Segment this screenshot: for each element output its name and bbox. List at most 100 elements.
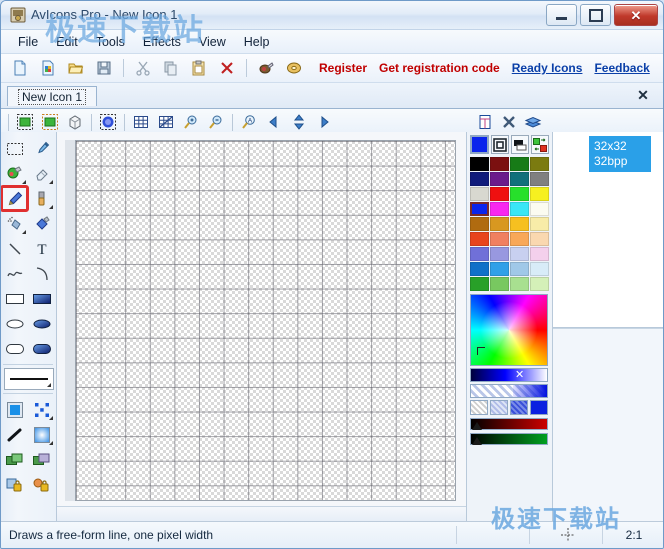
palette-color-6-1[interactable] <box>490 247 509 261</box>
new-image-format-button[interactable] <box>473 110 497 134</box>
menu-view[interactable]: View <box>190 32 235 52</box>
solid-fill-style[interactable] <box>1 397 28 422</box>
delete-image-button[interactable] <box>497 110 521 134</box>
red-slider-knob[interactable] <box>472 422 482 430</box>
pixel-grid-button[interactable] <box>154 110 178 134</box>
save-button[interactable] <box>91 55 117 81</box>
palette-color-8-3[interactable] <box>530 277 549 291</box>
brush-tool[interactable] <box>28 186 55 211</box>
arc-tool[interactable] <box>28 261 55 286</box>
palette-color-6-0[interactable] <box>470 247 489 261</box>
airbrush-tool-submenu-arrow[interactable] <box>18 230 26 234</box>
delete-button[interactable] <box>214 55 240 81</box>
opacity-button[interactable] <box>511 135 530 154</box>
palette-color-4-0[interactable] <box>470 217 489 231</box>
palette-color-1-1[interactable] <box>490 172 509 186</box>
curve-tool[interactable] <box>1 261 28 286</box>
gradient-fill-submenu-arrow[interactable] <box>45 441 53 445</box>
eraser-tool-submenu-arrow[interactable] <box>45 180 53 184</box>
palette-color-0-1[interactable] <box>490 157 509 171</box>
palette-color-5-0[interactable] <box>470 232 489 246</box>
palette-color-4-1[interactable] <box>490 217 509 231</box>
antialias-button[interactable]: A <box>237 110 261 134</box>
new-image-button[interactable] <box>35 55 61 81</box>
icon-canvas[interactable] <box>75 140 456 501</box>
menu-edit[interactable]: Edit <box>47 32 87 52</box>
green-slider-knob[interactable] <box>472 437 482 445</box>
brush-tool-submenu-arrow[interactable] <box>45 205 53 209</box>
nav-right-button[interactable] <box>312 110 336 134</box>
palette-color-7-0[interactable] <box>470 262 489 276</box>
close-tab-button[interactable]: ✕ <box>635 87 651 103</box>
close-button[interactable]: ✕ <box>614 4 658 26</box>
pattern-swatch-hatch-white[interactable] <box>470 400 488 415</box>
palette-color-2-2[interactable] <box>510 187 529 201</box>
eraser-tool[interactable] <box>28 161 55 186</box>
image-select-orange-button[interactable] <box>38 110 62 134</box>
palette-color-8-1[interactable] <box>490 277 509 291</box>
brightness-gradient-strip[interactable]: ✕ <box>470 368 548 382</box>
palette-color-0-2[interactable] <box>510 157 529 171</box>
pattern-swatch-hatch-light-blue[interactable] <box>490 400 508 415</box>
help-book-button[interactable] <box>281 55 307 81</box>
airbrush-tool[interactable] <box>1 211 28 236</box>
green-channel-slider[interactable] <box>470 433 548 445</box>
color-picker-tool[interactable] <box>28 136 55 161</box>
text-tool[interactable]: T <box>28 236 55 261</box>
rectangle-outline-tool[interactable] <box>1 286 28 311</box>
menu-effects[interactable]: Effects <box>134 32 190 52</box>
rounded-rect-filled-tool[interactable] <box>28 336 55 361</box>
zoom-in-button[interactable] <box>179 110 203 134</box>
palette-color-5-2[interactable] <box>510 232 529 246</box>
palette-color-6-3[interactable] <box>530 247 549 261</box>
move-layer-tool[interactable] <box>1 447 28 472</box>
grid-button[interactable] <box>129 110 153 134</box>
rect-select-tool[interactable] <box>1 136 28 161</box>
new-icon-button[interactable] <box>7 55 33 81</box>
palette-color-3-0[interactable] <box>470 202 489 216</box>
rectangle-filled-tool[interactable] <box>28 286 55 311</box>
copy-layer-tool[interactable] <box>28 447 55 472</box>
layers-button[interactable] <box>521 110 545 134</box>
palette-color-7-3[interactable] <box>530 262 549 276</box>
palette-color-5-1[interactable] <box>490 232 509 246</box>
palette-color-6-2[interactable] <box>510 247 529 261</box>
tab-new-icon-1[interactable]: New Icon 1 <box>7 86 98 106</box>
image-select-green-button[interactable] <box>13 110 37 134</box>
list-item[interactable]: 32x32 32bpp <box>589 136 651 172</box>
menu-file[interactable]: File <box>9 32 47 52</box>
line-width-submenu-arrow[interactable] <box>43 383 51 387</box>
blur-select-button[interactable] <box>96 110 120 134</box>
palette-color-5-3[interactable] <box>530 232 549 246</box>
ellipse-outline-tool[interactable] <box>1 311 28 336</box>
copy-button[interactable] <box>158 55 184 81</box>
pattern-swatch-solid-blue[interactable] <box>530 400 548 415</box>
feedback-link[interactable]: Feedback <box>594 61 649 75</box>
flood-fill-tool[interactable] <box>28 211 55 236</box>
palette-color-8-0[interactable] <box>470 277 489 291</box>
ready-icons-link[interactable]: Ready Icons <box>512 61 583 75</box>
hsv-color-picker[interactable] <box>470 294 548 366</box>
capture-button[interactable] <box>253 55 279 81</box>
transparency-mask-button[interactable] <box>491 135 510 154</box>
pattern-fill-style[interactable] <box>28 397 55 422</box>
palette-color-1-0[interactable] <box>470 172 489 186</box>
palette-color-3-1[interactable] <box>490 202 509 216</box>
line-width-selector[interactable] <box>4 368 54 390</box>
palette-color-7-1[interactable] <box>490 262 509 276</box>
nav-updown-button[interactable] <box>287 110 311 134</box>
palette-color-4-3[interactable] <box>530 217 549 231</box>
palette-color-4-2[interactable] <box>510 217 529 231</box>
pattern-fill-submenu-arrow[interactable] <box>45 416 53 420</box>
canvas-horizontal-scrollbar[interactable] <box>57 506 466 521</box>
open-button[interactable] <box>63 55 89 81</box>
paste-button[interactable] <box>186 55 212 81</box>
image-list[interactable]: 32x32 32bpp <box>553 132 663 328</box>
pattern-swatch-hatch-blue[interactable] <box>510 400 528 415</box>
palette-color-1-3[interactable] <box>530 172 549 186</box>
canvas-area[interactable] <box>57 132 467 521</box>
line-tool[interactable] <box>1 236 28 261</box>
fill-tool[interactable] <box>1 161 28 186</box>
menu-tools[interactable]: Tools <box>87 32 134 52</box>
cube-3d-button[interactable] <box>63 110 87 134</box>
